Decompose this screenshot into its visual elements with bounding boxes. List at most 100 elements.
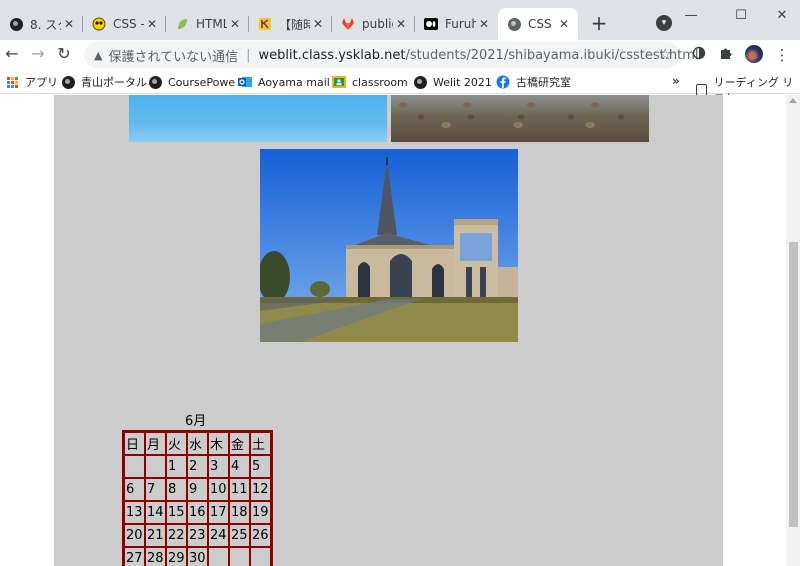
tab-title: HTML (196, 17, 227, 31)
bookmark-classroom[interactable]: classroom (332, 74, 408, 90)
tab-3[interactable]: HTML ✕ (166, 8, 249, 40)
warning-icon[interactable]: ▲ (94, 49, 102, 62)
calendar-day (124, 455, 145, 478)
bookmark-star-icon[interactable]: ☆ (659, 45, 672, 63)
tab-6[interactable]: Furuh ✕ (415, 8, 498, 40)
calendar-day: 28 (145, 547, 166, 566)
close-icon[interactable]: ✕ (556, 16, 572, 32)
bookmark-apps[interactable]: アプリ (5, 74, 58, 90)
window-close-button[interactable]: ✕ (772, 6, 792, 26)
calendar-week: 1 2 3 4 5 (124, 455, 271, 478)
bookmark-label: Aoyama mail (258, 75, 330, 89)
profile-avatar[interactable] (745, 45, 763, 63)
calendar-day: 12 (250, 478, 271, 501)
weekday-header: 月 (145, 432, 166, 455)
url-host: weblit.class.ysklab.net (258, 47, 406, 63)
reload-button[interactable]: ↻ (54, 44, 74, 64)
minimize-button[interactable]: — (681, 6, 701, 26)
calendar-day: 15 (166, 501, 187, 524)
smiley-icon (91, 16, 107, 32)
calendar-day (145, 455, 166, 478)
weekday-header: 金 (229, 432, 250, 455)
tab-active[interactable]: CSS S ✕ (498, 8, 578, 40)
url-path: /students/2021/shibayama.ibuki/csstest.h… (405, 47, 699, 63)
menu-kebab-icon[interactable]: ⋮ (773, 46, 791, 64)
insecure-label: 保護されていない通信 (108, 49, 239, 65)
tab-strip: 8. スタ ✕ CSS - ✕ HTML ✕ 【随時 ✕ public ✕ (0, 0, 800, 40)
calendar-day: 13 (124, 501, 145, 524)
rocks-photo (391, 95, 649, 142)
calendar-day: 20 (124, 524, 145, 547)
calendar-day (229, 547, 250, 566)
calendar-day: 7 (145, 478, 166, 501)
bookmark-welit[interactable]: Welit 2021 (413, 74, 492, 90)
new-tab-button[interactable]: + (588, 13, 610, 35)
calendar-day: 19 (250, 501, 271, 524)
extension-icon[interactable] (690, 46, 708, 64)
tab-title: 8. スタ (30, 17, 61, 32)
gitlab-icon (340, 16, 356, 32)
close-icon[interactable]: ✕ (310, 16, 326, 32)
classroom-icon (332, 75, 346, 89)
globe-icon (8, 16, 24, 32)
url-text: weblit.class.ysklab.net/students/2021/sh… (258, 48, 698, 63)
calendar-day: 27 (124, 547, 145, 566)
puzzle-extensions-icon[interactable] (717, 46, 735, 64)
bookmark-label: アプリ (25, 76, 58, 89)
tab-2[interactable]: CSS - ✕ (83, 8, 166, 40)
bookmark-coursepower[interactable]: CoursePowe (148, 74, 235, 90)
forward-button[interactable]: → (28, 44, 48, 64)
weekday-header: 日 (124, 432, 145, 455)
tab-4[interactable]: 【随時 ✕ (249, 8, 332, 40)
scroll-up-arrow-icon[interactable] (789, 98, 797, 103)
close-icon[interactable]: ✕ (144, 16, 160, 32)
browser-toolbar: ← → ↻ ▲ 保護されていない通信 | weblit.class.ysklab… (0, 40, 800, 68)
k-logo-icon (257, 16, 273, 32)
tab-1[interactable]: 8. スタ ✕ (0, 8, 83, 40)
calendar-day: 30 (187, 547, 208, 566)
calendar-day: 11 (229, 478, 250, 501)
close-icon[interactable]: ✕ (61, 16, 77, 32)
tab-title: Furuh (445, 17, 476, 31)
tab-title: 【随時 (279, 17, 310, 32)
scrollbar-thumb[interactable] (789, 242, 798, 527)
bookmarks-bar: アプリ 青山ポータル CoursePowe Aoyama mail classr… (0, 70, 800, 105)
leaf-icon (174, 16, 190, 32)
close-icon[interactable]: ✕ (227, 16, 243, 32)
bookmark-aoyama-portal[interactable]: 青山ポータル (61, 74, 147, 90)
bookmark-aoyama-mail[interactable]: Aoyama mail (238, 74, 330, 90)
calendar-week: 13 14 15 16 17 18 19 (124, 501, 271, 524)
calendar-day: 25 (229, 524, 250, 547)
calendar-day: 5 (250, 455, 271, 478)
calendar-day: 4 (229, 455, 250, 478)
calendar-day (250, 547, 271, 566)
maximize-button[interactable]: ☐ (731, 6, 751, 26)
calendar-week: 20 21 22 23 24 25 26 (124, 524, 271, 547)
globe-icon (61, 75, 75, 89)
calendar-day: 22 (166, 524, 187, 547)
tab-search-button[interactable]: ▾ (656, 15, 672, 31)
bookmark-label: 古橋研究室 (516, 76, 571, 89)
calendar-day: 3 (208, 455, 229, 478)
bookmark-label: classroom (352, 75, 408, 89)
close-icon[interactable]: ✕ (476, 16, 492, 32)
tab-5[interactable]: public ✕ (332, 8, 415, 40)
bookmark-furuhashi-lab[interactable]: 古橋研究室 (496, 74, 571, 90)
calendar-day: 9 (187, 478, 208, 501)
vertical-scrollbar[interactable] (786, 95, 800, 566)
close-icon[interactable]: ✕ (393, 16, 409, 32)
back-button[interactable]: ← (2, 44, 22, 64)
calendar-day: 26 (250, 524, 271, 547)
calendar-day: 14 (145, 501, 166, 524)
facebook-icon (496, 75, 510, 89)
june-calendar: 日 月 火 水 木 金 土 1 2 3 4 5 6 7 8 9 10 11 12… (122, 430, 273, 566)
bookmark-label: Welit 2021 (433, 75, 492, 89)
calendar-day: 17 (208, 501, 229, 524)
calendar-day: 2 (187, 455, 208, 478)
address-bar[interactable]: ▲ 保護されていない通信 | weblit.class.ysklab.net/s… (84, 42, 699, 68)
more-bookmarks-chevron-icon[interactable]: » (672, 74, 680, 88)
globe-icon (148, 75, 162, 89)
outlook-icon (238, 75, 252, 89)
tab-title: CSS S (528, 17, 556, 31)
church-photo (260, 149, 518, 342)
